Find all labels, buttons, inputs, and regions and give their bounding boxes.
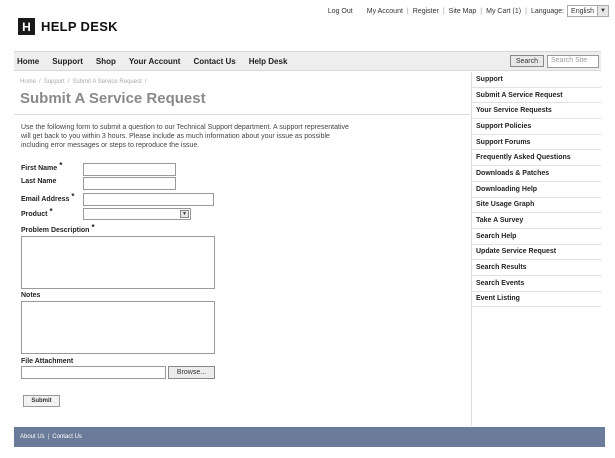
- problem-description-textarea[interactable]: [21, 236, 215, 289]
- sidebar-item-faq[interactable]: Frequently Asked Questions: [472, 150, 601, 167]
- nav-home[interactable]: Home: [17, 57, 39, 66]
- title-divider: [14, 114, 470, 115]
- problem-description-label: Problem Description *: [21, 223, 95, 234]
- product-label: Product *: [21, 207, 53, 218]
- logout-link[interactable]: Log Out: [328, 8, 353, 15]
- utility-bar: Log Out My Account | Register | Site Map…: [328, 4, 609, 18]
- sidebar-item-usage-graph[interactable]: Site Usage Graph: [472, 198, 601, 214]
- breadcrumb-support[interactable]: Support: [44, 79, 65, 85]
- logo[interactable]: H HELP DESK: [18, 18, 118, 35]
- search-area: Search Search Site: [509, 54, 599, 68]
- email-field[interactable]: [83, 193, 214, 206]
- sidebar-item-search-events[interactable]: Search Events: [472, 276, 601, 292]
- file-attachment-input[interactable]: [21, 366, 166, 379]
- sidebar-item-policies[interactable]: Support Policies: [472, 119, 601, 135]
- main-nav: Home Support Shop Your Account Contact U…: [14, 51, 601, 71]
- sidebar: Support Submit A Service Request Your Se…: [471, 72, 601, 426]
- register-link[interactable]: Register: [413, 8, 439, 15]
- logo-mark: H: [18, 18, 35, 35]
- sidebar-item-forums[interactable]: Support Forums: [472, 135, 601, 151]
- sidebar-item-survey[interactable]: Take A Survey: [472, 213, 601, 229]
- notes-label: Notes: [21, 292, 41, 299]
- my-account-link[interactable]: My Account: [367, 8, 403, 15]
- nav-contact-us[interactable]: Contact Us: [193, 57, 235, 66]
- main-content: Home / Support / Submit A Service Request / S…: [14, 72, 470, 426]
- site-map-link[interactable]: Site Map: [449, 8, 477, 15]
- language-value: English: [571, 7, 594, 15]
- breadcrumb-current: Submit A Service Request: [72, 79, 142, 85]
- nav-help-desk[interactable]: Help Desk: [249, 57, 288, 66]
- file-attachment-label: File Attachment: [21, 358, 74, 365]
- nav-your-account[interactable]: Your Account: [129, 57, 181, 66]
- required-mark: *: [49, 207, 53, 216]
- intro-text: Use the following form to submit a quest…: [21, 124, 349, 149]
- footer-contact-link[interactable]: Contact Us: [52, 434, 82, 440]
- chevron-down-icon[interactable]: ▼: [597, 6, 608, 16]
- required-mark: *: [59, 161, 63, 170]
- breadcrumb: Home / Support / Submit A Service Request /: [20, 79, 147, 85]
- email-label: Email Address *: [21, 192, 75, 203]
- chevron-down-icon[interactable]: ▼: [180, 210, 189, 218]
- sidebar-item-your-requests[interactable]: Your Service Requests: [472, 103, 601, 120]
- notes-textarea[interactable]: [21, 301, 215, 354]
- sidebar-item-submit-request[interactable]: Submit A Service Request: [472, 88, 601, 104]
- language-label: Language:: [530, 7, 565, 15]
- footer-about-link[interactable]: About Us: [20, 434, 45, 440]
- nav-shop[interactable]: Shop: [96, 57, 116, 66]
- sidebar-item-search-results[interactable]: Search Results: [472, 260, 601, 276]
- nav-support[interactable]: Support: [52, 57, 83, 66]
- sidebar-item-support[interactable]: Support: [472, 72, 601, 88]
- page-title: Submit A Service Request: [20, 90, 206, 107]
- required-mark: *: [91, 223, 95, 232]
- sidebar-item-downloading-help[interactable]: Downloading Help: [472, 182, 601, 198]
- first-name-label: First Name *: [21, 161, 63, 172]
- footer: About Us | Contact Us: [14, 427, 605, 447]
- sidebar-item-search-help[interactable]: Search Help: [472, 229, 601, 245]
- language-select[interactable]: English ▼: [567, 5, 609, 17]
- my-cart-link[interactable]: My Cart (1): [486, 8, 521, 15]
- browse-button[interactable]: Browse...: [168, 366, 215, 379]
- sidebar-item-downloads[interactable]: Downloads & Patches: [472, 166, 601, 182]
- last-name-input[interactable]: [83, 177, 176, 190]
- search-input[interactable]: Search Site: [547, 54, 599, 68]
- breadcrumb-home[interactable]: Home: [20, 79, 36, 85]
- logo-text: HELP DESK: [41, 19, 118, 34]
- search-button[interactable]: Search: [509, 55, 544, 67]
- product-select[interactable]: ▼: [83, 208, 191, 220]
- submit-button[interactable]: Submit: [23, 395, 60, 407]
- first-name-input[interactable]: [83, 163, 176, 176]
- sidebar-item-update-request[interactable]: Update Service Request: [472, 245, 601, 261]
- last-name-label: Last Name: [21, 178, 57, 185]
- sidebar-item-event-listing[interactable]: Event Listing: [472, 292, 601, 308]
- page: Log Out My Account | Register | Site Map…: [0, 0, 615, 458]
- required-mark: *: [71, 192, 75, 201]
